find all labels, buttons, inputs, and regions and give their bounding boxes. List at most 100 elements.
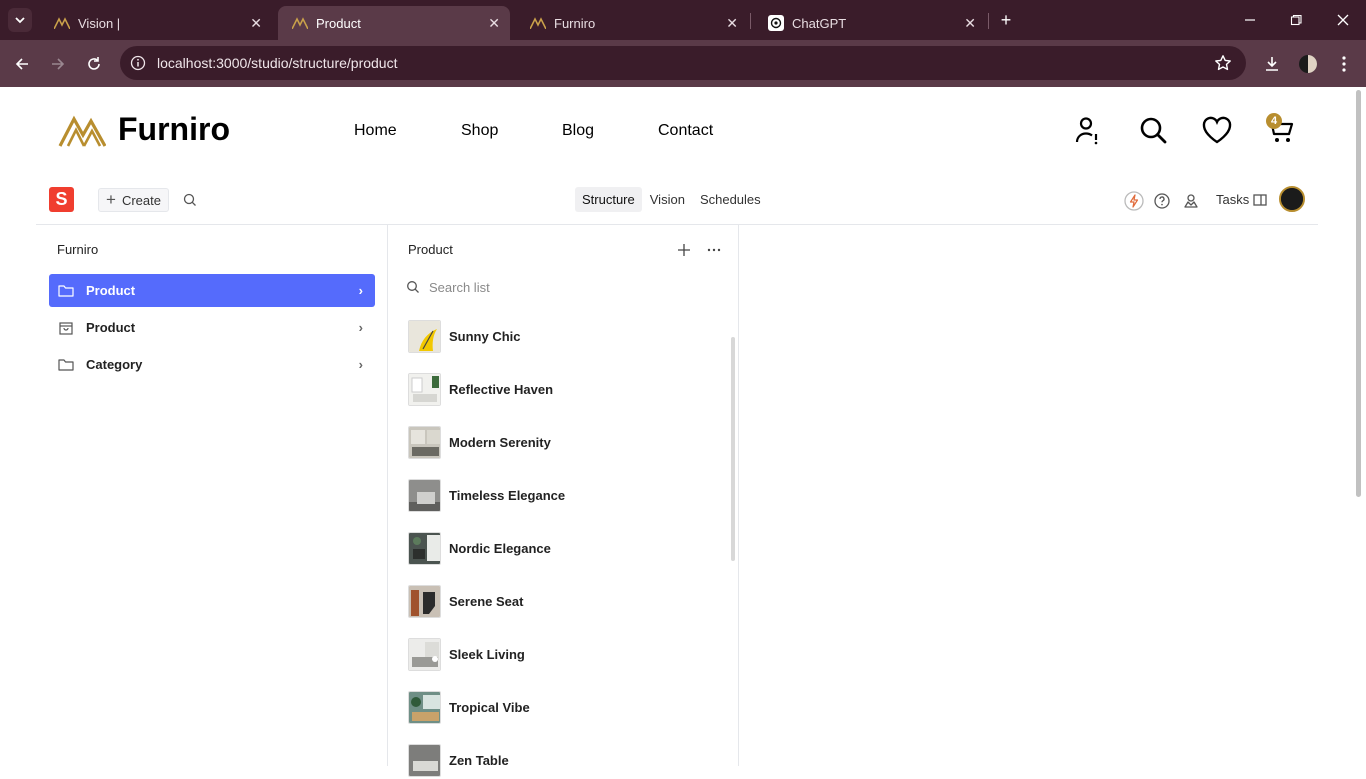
restore-icon[interactable]: [1286, 10, 1306, 30]
more-menu-icon[interactable]: [1332, 52, 1356, 76]
url-text: localhost:3000/studio/structure/product: [157, 55, 398, 71]
chevron-right-icon: ›: [358, 283, 363, 298]
nav-blog[interactable]: Blog: [562, 122, 594, 140]
product-thumbnail: [408, 373, 441, 406]
close-tab-icon[interactable]: ✕: [250, 15, 262, 32]
product-name: Timeless Elegance: [449, 488, 566, 503]
pane-item-label: Product: [86, 320, 136, 335]
pane-item-label: Category: [86, 357, 143, 372]
list-item[interactable]: Reflective Haven: [408, 372, 728, 408]
sanity-logo[interactable]: S: [49, 187, 74, 212]
browser-tab-furniro[interactable]: Furniro ✕: [516, 6, 748, 40]
folder-icon: [57, 282, 75, 300]
new-tab-button[interactable]: +: [996, 10, 1016, 30]
page-scrollbar[interactable]: [1356, 90, 1361, 497]
studio-toolbar: S + Create Structure Vision Schedules Ta…: [36, 179, 1318, 225]
reload-icon[interactable]: [82, 52, 106, 76]
cart-count-badge: 4: [1266, 113, 1282, 129]
product-thumbnail: [408, 532, 441, 565]
plus-icon: +: [106, 190, 116, 209]
list-item[interactable]: Sleek Living: [408, 637, 728, 673]
list-item[interactable]: Sunny Chic: [408, 319, 728, 355]
account-alert-icon[interactable]: [1074, 115, 1104, 145]
pane-title: Furniro: [57, 242, 99, 257]
browser-tab-product[interactable]: Product ✕: [278, 6, 510, 40]
back-arrow-icon[interactable]: [10, 52, 34, 76]
tab-schedules[interactable]: Schedules: [693, 187, 768, 212]
search-icon[interactable]: [182, 192, 198, 208]
list-item[interactable]: Modern Serenity: [408, 425, 728, 461]
list-item[interactable]: Serene Seat: [408, 584, 728, 620]
close-tab-icon[interactable]: ✕: [488, 15, 500, 32]
product-name: Sunny Chic: [449, 329, 521, 344]
user-avatar[interactable]: [1279, 186, 1305, 212]
product-thumbnail: [408, 426, 441, 459]
close-tab-icon[interactable]: ✕: [726, 15, 738, 32]
forward-arrow-icon[interactable]: [46, 52, 70, 76]
site-logo-text[interactable]: Furniro: [118, 111, 230, 148]
furniro-logo-icon[interactable]: [58, 115, 107, 147]
pane-item-product-folder[interactable]: Product ›: [49, 274, 375, 307]
chevron-right-icon: ›: [358, 320, 363, 335]
list-item[interactable]: Nordic Elegance: [408, 531, 728, 567]
document-list-pane-product: Product Sunny Chic Reflective Haven Mode…: [388, 225, 739, 777]
user-group-icon[interactable]: [1181, 191, 1201, 211]
list-scrollbar[interactable]: [731, 337, 735, 561]
product-name: Reflective Haven: [449, 382, 554, 397]
browser-tab-chatgpt[interactable]: ChatGPT ✕: [754, 6, 986, 40]
product-thumbnail: [408, 744, 441, 777]
create-button[interactable]: + Create: [98, 188, 169, 212]
product-name: Sleek Living: [449, 647, 525, 662]
tab-title: ChatGPT: [792, 15, 847, 31]
tab-title: Product: [316, 15, 361, 31]
product-name: Serene Seat: [449, 594, 524, 609]
browser-tab-vision[interactable]: Vision | ✕: [40, 6, 272, 40]
tab-title: Furniro: [554, 15, 596, 31]
close-window-icon[interactable]: [1333, 10, 1353, 30]
browser-toolbar: localhost:3000/studio/structure/product: [0, 40, 1366, 87]
site-info-icon[interactable]: [130, 55, 146, 71]
pane-item-category[interactable]: Category ›: [49, 348, 375, 381]
product-name: Nordic Elegance: [449, 541, 551, 556]
list-item[interactable]: Zen Table: [408, 743, 728, 779]
furniro-icon: [54, 15, 70, 31]
lightning-icon[interactable]: [1124, 191, 1144, 211]
product-thumbnail: [408, 691, 441, 724]
bag-icon: [57, 319, 75, 337]
product-thumbnail: [408, 638, 441, 671]
address-bar[interactable]: localhost:3000/studio/structure/product: [120, 46, 1246, 80]
structure-pane-furniro: Furniro Product › Product › Category ›: [36, 225, 388, 766]
search-icon: [405, 279, 421, 295]
pane-title: Product: [408, 242, 453, 257]
furniro-icon: [530, 15, 546, 31]
more-options-icon[interactable]: [705, 241, 723, 259]
search-icon[interactable]: [1138, 115, 1168, 145]
help-icon[interactable]: [1152, 191, 1172, 211]
tab-vision[interactable]: Vision: [643, 187, 692, 212]
tasks-label[interactable]: Tasks: [1216, 192, 1249, 207]
list-item[interactable]: Timeless Elegance: [408, 478, 728, 514]
bookmark-star-icon[interactable]: [1214, 54, 1232, 72]
heart-icon[interactable]: [1201, 115, 1232, 145]
tab-divider: [988, 13, 989, 29]
site-header: Furniro Home Shop Blog Contact 4: [36, 87, 1318, 179]
product-name: Tropical Vibe: [449, 700, 530, 715]
minimize-icon[interactable]: [1240, 10, 1260, 30]
profile-avatar-icon[interactable]: [1296, 52, 1320, 76]
nav-contact[interactable]: Contact: [658, 122, 713, 140]
panel-toggle-icon[interactable]: [1252, 192, 1272, 212]
download-icon[interactable]: [1260, 52, 1284, 76]
pane-item-label: Product: [86, 283, 136, 298]
nav-home[interactable]: Home: [354, 122, 397, 140]
close-tab-icon[interactable]: ✕: [964, 15, 976, 32]
list-item[interactable]: Tropical Vibe: [408, 690, 728, 726]
create-label: Create: [121, 192, 161, 208]
tab-search-dropdown-button[interactable]: [8, 8, 32, 32]
tab-divider: [750, 13, 751, 29]
tab-structure[interactable]: Structure: [575, 187, 642, 212]
search-list-input[interactable]: [429, 278, 719, 296]
tab-title: Vision |: [78, 15, 121, 31]
pane-item-product-document[interactable]: Product ›: [49, 311, 375, 344]
nav-shop[interactable]: Shop: [461, 122, 498, 140]
add-document-icon[interactable]: [675, 241, 693, 259]
